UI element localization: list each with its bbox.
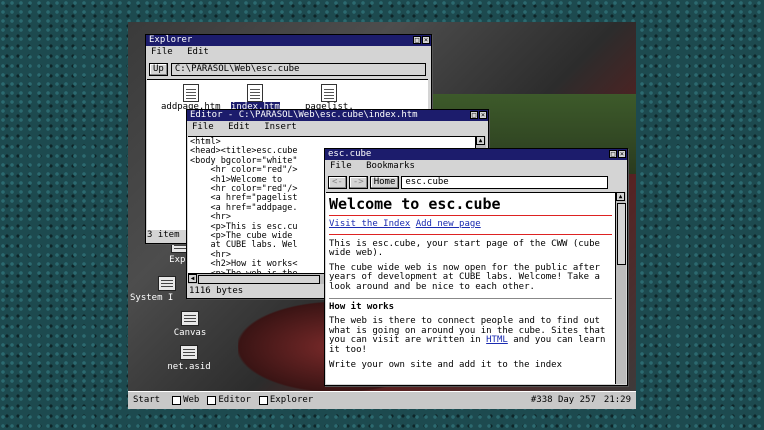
paragraph: This is esc.cube, your start page of the… xyxy=(329,238,600,259)
browser-window[interactable]: esc.cube □ × File Bookmarks <- -> Home e… xyxy=(324,148,628,386)
taskbar-item-explorer[interactable]: Explorer xyxy=(255,392,317,409)
add-new-page-link[interactable]: Add new page xyxy=(416,219,481,229)
taskbar-item-editor[interactable]: Editor xyxy=(203,392,255,409)
window-icon xyxy=(172,396,182,405)
divider xyxy=(329,233,612,235)
scroll-thumb[interactable] xyxy=(198,275,320,284)
back-button[interactable]: <- xyxy=(328,176,347,189)
file-item-selected[interactable]: index.htm xyxy=(231,84,280,112)
paragraph: Write your own site and add it to the in… xyxy=(329,359,562,370)
editor-menubar: File Edit Insert xyxy=(187,121,488,134)
taskbar-item-web[interactable]: Web xyxy=(168,392,203,409)
up-button[interactable]: Up xyxy=(149,63,168,76)
menu-edit[interactable]: Edit xyxy=(187,47,209,57)
maximize-button[interactable]: □ xyxy=(609,150,617,158)
explorer-status: 3 item xyxy=(147,230,180,240)
file-item[interactable]: pagelist. xyxy=(305,84,354,112)
html-link[interactable]: HTML xyxy=(486,335,508,346)
divider xyxy=(329,215,612,216)
scroll-left-icon[interactable]: ◀ xyxy=(188,274,197,283)
menu-file[interactable]: File xyxy=(330,161,352,171)
document-icon xyxy=(180,345,198,360)
document-icon xyxy=(321,84,338,102)
file-item[interactable]: addpage.htm xyxy=(161,84,221,112)
home-button[interactable]: Home xyxy=(369,176,400,189)
taskbar-clock: 21:29 xyxy=(603,395,631,405)
paragraph: The cube wide web is now open for the pu… xyxy=(329,262,600,292)
menu-file[interactable]: File xyxy=(151,47,173,57)
document-icon xyxy=(247,84,264,102)
desktop-icon-canvas[interactable]: Canvas xyxy=(168,311,212,338)
forward-button[interactable]: -> xyxy=(348,176,368,189)
desktop-icon-system[interactable]: System I xyxy=(130,276,190,303)
window-icon xyxy=(258,396,268,405)
canvas-icon xyxy=(181,311,199,326)
scroll-up-icon[interactable]: ▲ xyxy=(476,136,485,145)
editor-status: 1116 bytes xyxy=(189,286,244,296)
browser-titlebar[interactable]: esc.cube □ × xyxy=(325,149,627,160)
browser-menubar: File Bookmarks xyxy=(325,160,627,173)
window-icon xyxy=(207,396,217,405)
page-heading: Welcome to esc.cube xyxy=(329,195,501,213)
close-button[interactable]: × xyxy=(618,150,626,158)
visit-index-link[interactable]: Visit the Index xyxy=(329,219,410,229)
taskbar: Start Web Editor Explorer #338 Day 257 2… xyxy=(128,391,636,409)
browser-content: Welcome to esc.cube Visit the Index Add … xyxy=(326,192,615,384)
close-button[interactable]: × xyxy=(479,111,487,119)
scroll-thumb[interactable] xyxy=(617,203,626,265)
scroll-up-icon[interactable]: ▲ xyxy=(616,192,625,201)
menu-insert[interactable]: Insert xyxy=(264,122,297,132)
taskbar-info: #338 Day 257 xyxy=(530,395,596,405)
divider xyxy=(329,297,612,299)
explorer-titlebar[interactable]: Explorer □ × xyxy=(146,35,431,46)
document-icon xyxy=(182,84,199,102)
desktop-icon-netasid[interactable]: net.asid xyxy=(163,345,215,372)
menu-bookmarks[interactable]: Bookmarks xyxy=(366,161,415,171)
start-button[interactable]: Start xyxy=(128,392,168,409)
menu-file[interactable]: File xyxy=(192,122,214,132)
maximize-button[interactable]: □ xyxy=(470,111,478,119)
section-heading: How it works xyxy=(329,301,395,312)
paragraph: The web is there to connect people and t… xyxy=(329,316,606,355)
computer-icon xyxy=(158,276,176,291)
menu-edit[interactable]: Edit xyxy=(228,122,250,132)
editor-titlebar[interactable]: Editor - C:\PARASOL\Web\esc.cube\index.h… xyxy=(187,110,488,121)
explorer-path-field[interactable]: C:\PARASOL\Web\esc.cube xyxy=(170,63,426,76)
maximize-button[interactable]: □ xyxy=(413,36,421,44)
address-field[interactable]: esc.cube xyxy=(401,176,609,189)
browser-vertical-scrollbar[interactable]: ▲ xyxy=(615,192,626,384)
close-button[interactable]: × xyxy=(422,36,430,44)
explorer-menubar: File Edit xyxy=(146,46,431,59)
